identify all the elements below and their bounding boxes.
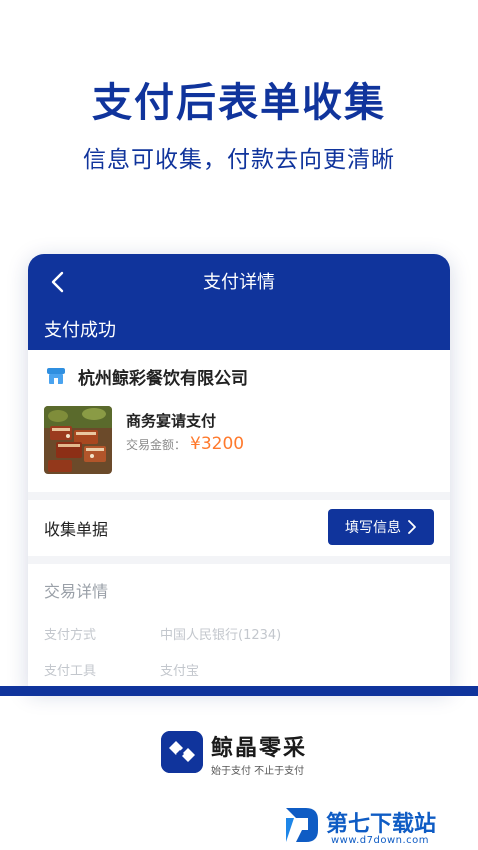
detail-row: 支付方式 中国人民银行(1234)	[44, 624, 281, 643]
brand-logo-icon	[161, 731, 203, 773]
fill-info-label: 填写信息	[345, 520, 401, 536]
watermark-text: 第七下载站	[326, 812, 437, 837]
merchant-section: 杭州鲸彩餐饮有限公司 商务宴请支付 交易金额： ¥3200	[28, 350, 450, 492]
detail-row: 支付工具 支付宝	[44, 660, 199, 679]
order-title: 商务宴请支付	[126, 412, 217, 430]
merchant-name: 杭州鲸彩餐饮有限公司	[78, 369, 248, 389]
collect-receipt-label: 收集单据	[44, 520, 109, 539]
promo-subline: 信息可收集，付款去向更清晰	[83, 147, 395, 173]
payment-detail-screen: 支付详情 支付成功 杭州鲸彩餐饮有限公司 商务宴请支付 交易金额： ¥3200 …	[28, 254, 450, 690]
store-icon	[47, 368, 65, 384]
screen-header: 支付详情 支付成功	[28, 254, 450, 350]
promo-headline: 支付后表单收集	[92, 80, 386, 126]
amount-value: ¥3200	[190, 434, 245, 454]
brand-tagline: 始于支付 不止于支付	[211, 766, 305, 777]
brand-name: 鲸晶零采	[211, 736, 308, 761]
amount-row: 交易金额： ¥3200	[126, 434, 244, 454]
divider-bar	[0, 686, 478, 696]
collect-receipt-section: 收集单据 填写信息	[28, 500, 450, 556]
food-image	[44, 406, 112, 474]
detail-value: 中国人民银行(1234)	[160, 628, 282, 643]
watermark-url: www.d7down.com	[331, 835, 430, 846]
screen-title: 支付详情	[203, 272, 275, 293]
transaction-details-section: 交易详情 支付方式 中国人民银行(1234) 支付工具 支付宝	[28, 564, 450, 690]
detail-label: 支付工具	[44, 664, 97, 679]
amount-label: 交易金额：	[126, 438, 187, 452]
detail-label: 支付方式	[44, 628, 97, 643]
detail-value: 支付宝	[160, 664, 200, 679]
chevron-right-icon	[408, 520, 416, 534]
details-title: 交易详情	[44, 582, 109, 601]
watermark-logo-icon	[286, 808, 318, 842]
payment-status: 支付成功	[44, 320, 116, 341]
fill-info-button[interactable]: 填写信息	[328, 509, 434, 545]
